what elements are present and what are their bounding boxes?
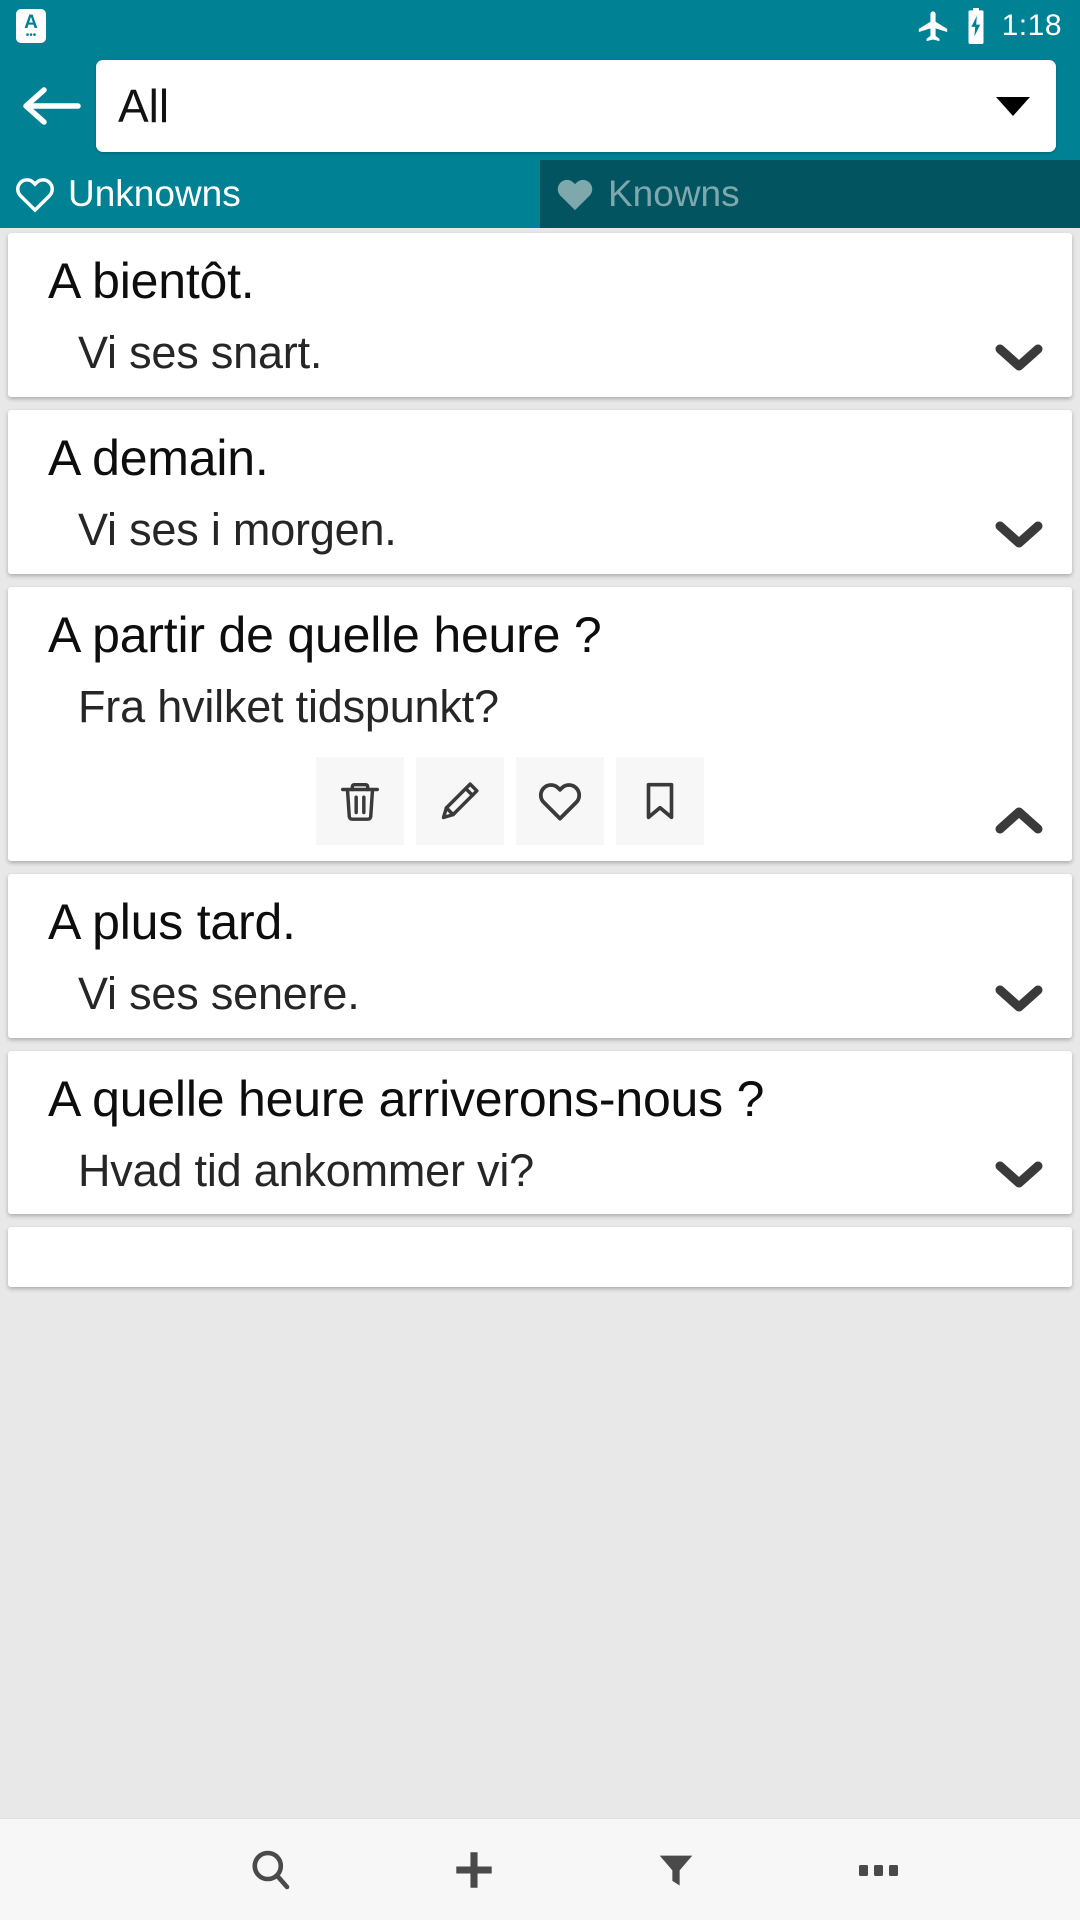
tab-bar: Unknowns Knowns xyxy=(0,160,1080,228)
favorite-button[interactable] xyxy=(516,756,604,845)
battery-charging-icon xyxy=(964,8,988,44)
pencil-icon xyxy=(437,778,483,824)
card-action-row xyxy=(8,756,1072,845)
phrase-translation: Fra hvilket tidspunkt? xyxy=(78,680,499,732)
tab-knowns[interactable]: Knowns xyxy=(540,160,1080,228)
heart-outline-icon xyxy=(14,175,56,213)
heart-filled-icon xyxy=(554,175,596,213)
phrase-list[interactable]: A bientôt. Vi ses snart. A demain. Vi se… xyxy=(0,228,1080,1818)
trash-icon xyxy=(337,778,383,824)
bookmark-icon xyxy=(637,778,683,824)
status-bar-clock: 1:18 xyxy=(1001,9,1062,42)
list-item[interactable] xyxy=(8,1227,1072,1288)
filter-icon xyxy=(653,1847,699,1893)
back-arrow-icon[interactable] xyxy=(18,73,84,139)
bottom-toolbar xyxy=(0,1818,1080,1920)
chevron-down-icon[interactable] xyxy=(992,510,1046,558)
list-item[interactable]: A bientôt. Vi ses snart. xyxy=(8,233,1072,397)
phrase-term: A demain. xyxy=(48,429,269,486)
phrase-term: A partir de quelle heure ? xyxy=(48,606,602,663)
tab-knowns-label: Knowns xyxy=(608,173,740,214)
spinner-selected-value: All xyxy=(118,80,170,132)
list-item[interactable]: A demain. Vi ses i morgen. xyxy=(8,409,1072,574)
plus-icon xyxy=(449,1845,499,1895)
status-bar-left: A ••• xyxy=(16,9,46,43)
overflow-button[interactable] xyxy=(778,1819,981,1920)
phrase-term: A bientôt. xyxy=(48,253,255,309)
app-notification-icon: A ••• xyxy=(16,9,46,43)
app-toolbar: All xyxy=(0,52,1080,160)
filter-button[interactable] xyxy=(575,1819,778,1920)
phrase-translation: Vi ses i morgen. xyxy=(78,503,397,555)
search-button[interactable] xyxy=(170,1819,373,1920)
chevron-down-icon[interactable] xyxy=(992,1150,1046,1198)
category-spinner[interactable]: All xyxy=(96,60,1056,152)
status-bar: A ••• 1:18 xyxy=(0,0,1080,52)
phrase-term: A plus tard. xyxy=(48,893,296,950)
dropdown-caret-icon xyxy=(996,96,1030,116)
chevron-up-icon[interactable] xyxy=(992,797,1046,845)
list-item[interactable]: A plus tard. Vi ses senere. xyxy=(8,873,1072,1038)
phrase-translation: Hvad tid ankommer vi? xyxy=(78,1144,534,1196)
phrase-term: A quelle heure arriverons-nous ? xyxy=(48,1070,765,1127)
tab-unknowns-label: Unknowns xyxy=(68,173,241,214)
phrase-translation: Vi ses senere. xyxy=(78,967,360,1019)
airplane-mode-icon xyxy=(916,9,950,43)
more-horizontal-icon xyxy=(857,1861,901,1879)
add-button[interactable] xyxy=(373,1819,576,1920)
notification-dots: ••• xyxy=(25,29,37,41)
notification-letter: A xyxy=(24,11,38,33)
heart-outline-icon xyxy=(536,777,584,825)
bookmark-button[interactable] xyxy=(616,756,704,845)
search-icon xyxy=(247,1846,295,1894)
chevron-down-icon[interactable] xyxy=(992,974,1046,1022)
list-item[interactable]: A quelle heure arriverons-nous ? Hvad ti… xyxy=(8,1050,1072,1215)
delete-button[interactable] xyxy=(316,756,404,845)
tab-unknowns[interactable]: Unknowns xyxy=(0,160,540,228)
chevron-down-icon[interactable] xyxy=(992,333,1046,381)
list-item-expanded[interactable]: A partir de quelle heure ? Fra hvilket t… xyxy=(8,586,1072,861)
status-bar-right: 1:18 xyxy=(916,8,1062,44)
phrase-translation: Vi ses snart. xyxy=(78,327,323,378)
edit-button[interactable] xyxy=(416,756,504,845)
